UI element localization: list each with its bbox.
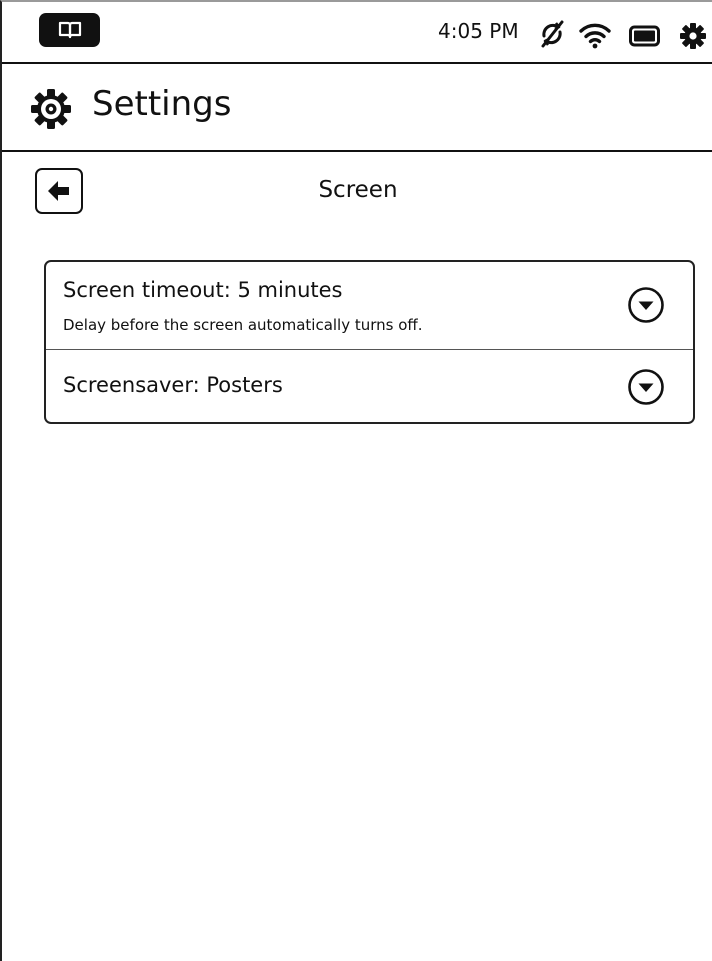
battery-icon[interactable] bbox=[629, 25, 661, 47]
setting-description: Delay before the screen automatically tu… bbox=[63, 316, 423, 334]
chevron-down-circle-icon[interactable] bbox=[627, 286, 665, 324]
clock: 4:05 PM bbox=[438, 19, 519, 43]
device-screen: 4:05 PM Settings Screen Screen timeout: … bbox=[0, 0, 712, 961]
settings-list: Screen timeout: 5 minutes Delay before t… bbox=[44, 260, 695, 424]
book-icon bbox=[58, 21, 81, 39]
screensaver-setting[interactable]: Screensaver: Posters bbox=[46, 350, 693, 422]
screen-timeout-setting[interactable]: Screen timeout: 5 minutes Delay before t… bbox=[46, 262, 693, 350]
title-bar: Settings bbox=[2, 64, 712, 152]
setting-label: Screen timeout: 5 minutes bbox=[63, 278, 343, 302]
section-title: Screen bbox=[318, 177, 398, 203]
setting-label: Screensaver: Posters bbox=[63, 373, 283, 397]
settings-icon bbox=[31, 89, 71, 129]
page-title: Settings bbox=[92, 84, 232, 124]
sync-disabled-icon[interactable] bbox=[537, 19, 567, 49]
chevron-down-circle-icon[interactable] bbox=[627, 368, 665, 406]
status-bar: 4:05 PM bbox=[2, 2, 712, 64]
reader-button[interactable] bbox=[39, 13, 100, 47]
settings-gear-icon[interactable] bbox=[679, 22, 707, 50]
wifi-icon[interactable] bbox=[578, 21, 612, 49]
